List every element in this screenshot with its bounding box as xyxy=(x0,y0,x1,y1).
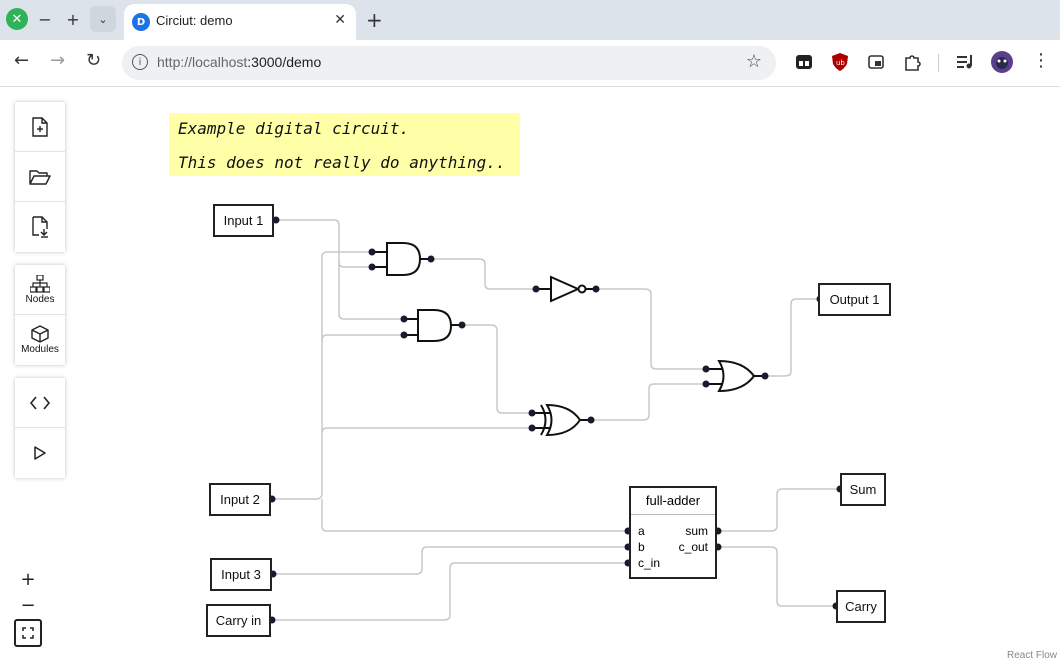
bookmark-star-icon[interactable]: ☆ xyxy=(746,51,762,72)
ublock-icon[interactable]: ub xyxy=(830,52,850,72)
nodes-icon xyxy=(30,274,50,293)
new-file-button[interactable] xyxy=(15,102,65,152)
profile-avatar[interactable] xyxy=(990,50,1014,74)
port-a-label: a xyxy=(638,524,645,538)
tab-bar: ✕ − + ⌄ D Circiut: demo ✕ + xyxy=(0,0,1060,40)
new-tab-button[interactable]: + xyxy=(366,8,383,32)
export-file-icon xyxy=(32,216,48,238)
run-button[interactable] xyxy=(15,428,65,478)
forward-icon[interactable]: → xyxy=(50,50,65,71)
file-toolbar xyxy=(15,102,65,252)
back-icon[interactable]: ← xyxy=(14,50,29,71)
svg-text:ub: ub xyxy=(836,59,845,67)
react-flow-attribution[interactable]: React Flow xyxy=(1007,650,1057,661)
browser-menu-icon[interactable]: ⋮ xyxy=(1032,50,1050,71)
modules-icon xyxy=(31,325,49,343)
flow-canvas[interactable]: Nodes Modules + − Example digital circui… xyxy=(0,87,1060,663)
tab-list-button[interactable]: ⌄ xyxy=(90,6,116,32)
xor-gate[interactable] xyxy=(532,403,591,437)
new-file-icon xyxy=(32,116,48,137)
and-gate-2[interactable] xyxy=(404,309,462,342)
full-adder-title: full-adder xyxy=(631,488,715,515)
note-line-2: This does not really do anything.. xyxy=(178,153,506,172)
wires-layer xyxy=(268,216,844,624)
nodes-panel-button[interactable]: Nodes xyxy=(15,265,65,315)
tab-close-icon[interactable]: ✕ xyxy=(334,12,346,28)
window-close-button[interactable]: ✕ xyxy=(6,8,28,30)
extension-icon[interactable] xyxy=(794,52,814,72)
play-icon xyxy=(34,446,46,460)
port-c-out-label: c_out xyxy=(678,540,708,554)
fit-view-icon xyxy=(22,627,34,639)
zoom-out-button[interactable]: − xyxy=(14,592,42,618)
input-node-3[interactable]: Input 3 xyxy=(210,558,272,591)
media-controls-icon[interactable] xyxy=(956,52,976,72)
nodes-label: Nodes xyxy=(25,293,55,305)
address-bar[interactable]: i http://localhost:3000/demo ☆ xyxy=(122,46,776,80)
url-text: http://localhost:3000/demo xyxy=(157,54,322,70)
tab-favicon-icon: D xyxy=(132,13,150,31)
or-gate[interactable] xyxy=(706,359,765,393)
window-maximize-button[interactable]: + xyxy=(62,8,84,30)
open-file-button[interactable] xyxy=(15,152,65,202)
and-gate-1[interactable] xyxy=(372,242,431,276)
modules-label: Modules xyxy=(21,344,59,355)
sum-output-node[interactable]: Sum xyxy=(840,473,886,506)
window-minimize-button[interactable]: − xyxy=(34,8,56,30)
not-gate[interactable] xyxy=(536,275,596,303)
panel-toolbar: Nodes Modules xyxy=(15,265,65,365)
input-node-2[interactable]: Input 2 xyxy=(209,483,271,516)
open-folder-icon xyxy=(29,169,51,185)
toolbar-divider xyxy=(938,54,939,72)
zoom-controls: + − xyxy=(14,566,42,647)
browser-toolbar: ← → ↻ i http://localhost:3000/demo ☆ ub … xyxy=(0,40,1060,87)
code-icon xyxy=(30,395,50,410)
extensions-puzzle-icon[interactable] xyxy=(902,52,922,72)
tab-title: Circiut: demo xyxy=(156,13,233,28)
note-line-1: Example digital circuit. xyxy=(178,119,410,138)
code-button[interactable] xyxy=(15,378,65,428)
comment-note[interactable]: Example digital circuit. This does not r… xyxy=(169,113,520,176)
carry-in-node[interactable]: Carry in xyxy=(206,604,271,637)
output-node-1[interactable]: Output 1 xyxy=(818,283,891,316)
browser-tab[interactable]: D Circiut: demo ✕ xyxy=(124,4,356,40)
full-adder-node[interactable]: full-adder a b c_in sum c_out xyxy=(629,486,717,579)
zoom-in-button[interactable]: + xyxy=(14,566,42,592)
port-sum-label: sum xyxy=(685,524,708,538)
input-node-1[interactable]: Input 1 xyxy=(213,204,274,237)
fit-view-button[interactable] xyxy=(14,619,42,647)
carry-output-node[interactable]: Carry xyxy=(836,590,886,623)
port-c-in-label: c_in xyxy=(638,556,661,570)
reload-icon[interactable]: ↻ xyxy=(86,50,101,71)
modules-panel-button[interactable]: Modules xyxy=(15,315,65,365)
export-file-button[interactable] xyxy=(15,202,65,252)
picture-in-picture-icon[interactable] xyxy=(866,52,886,72)
action-toolbar xyxy=(15,378,65,478)
port-b-label: b xyxy=(638,540,645,554)
site-info-icon[interactable]: i xyxy=(132,54,148,70)
